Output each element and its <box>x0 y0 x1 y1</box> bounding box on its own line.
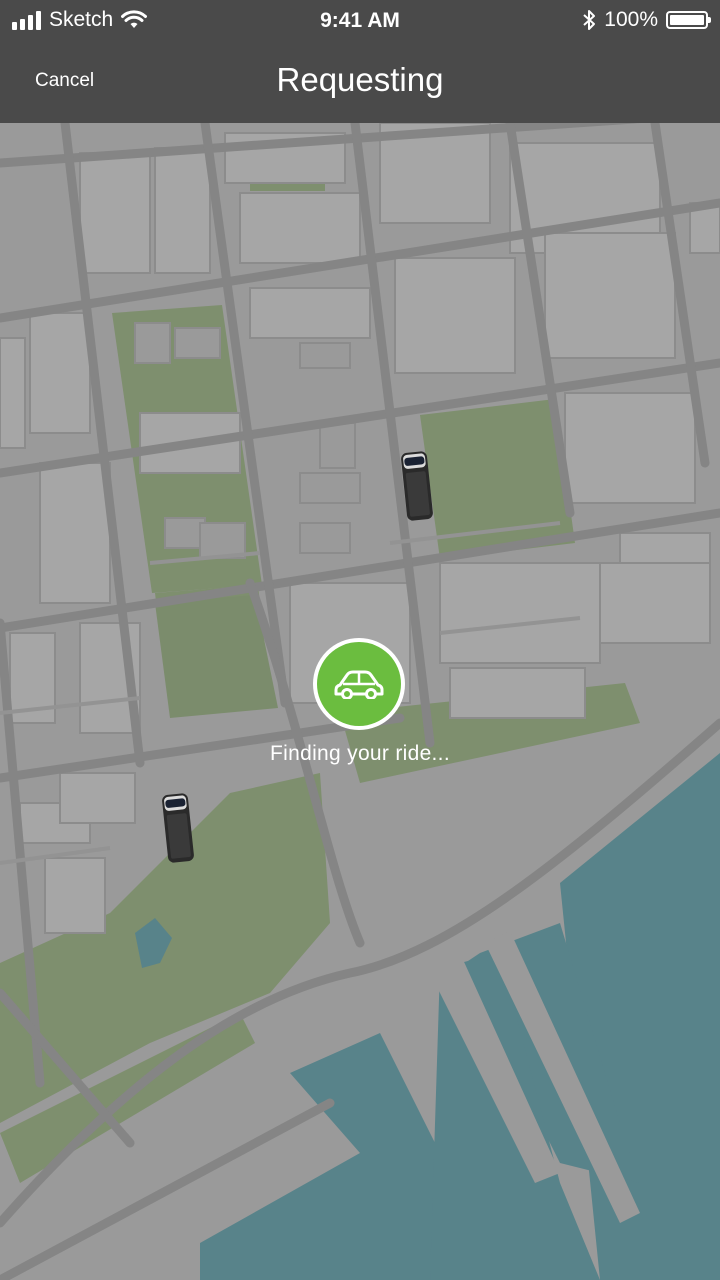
finding-ride-status: Finding your ride... <box>270 742 450 765</box>
status-bar: Sketch 9:41 AM 100% <box>0 0 720 41</box>
battery-icon <box>666 11 711 29</box>
vehicle-bottom <box>162 793 194 863</box>
battery-percentage: 100% <box>604 8 658 31</box>
vehicle-top <box>401 451 433 521</box>
navigation-bar: Cancel Requesting <box>0 40 720 123</box>
pickup-marker <box>313 638 405 730</box>
car-icon <box>334 670 384 699</box>
status-right: 100% <box>582 6 711 34</box>
page-title: Requesting <box>276 61 444 98</box>
bluetooth-icon <box>583 10 596 30</box>
